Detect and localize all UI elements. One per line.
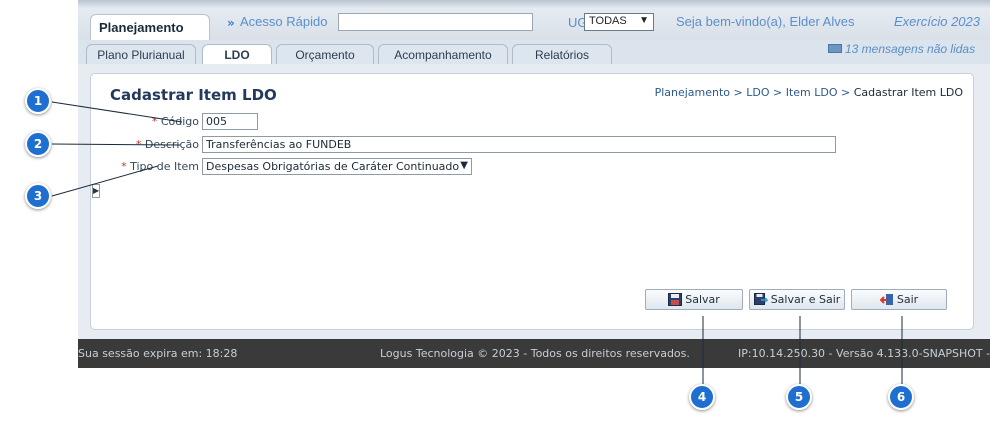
callout-2: 2 bbox=[25, 131, 51, 157]
callout-lines bbox=[51, 101, 903, 384]
callout-3: 3 bbox=[25, 183, 51, 209]
callout-5: 5 bbox=[786, 384, 812, 410]
callout-4: 4 bbox=[689, 384, 715, 410]
callout-1: 1 bbox=[25, 88, 51, 114]
callout-6: 6 bbox=[888, 384, 914, 410]
